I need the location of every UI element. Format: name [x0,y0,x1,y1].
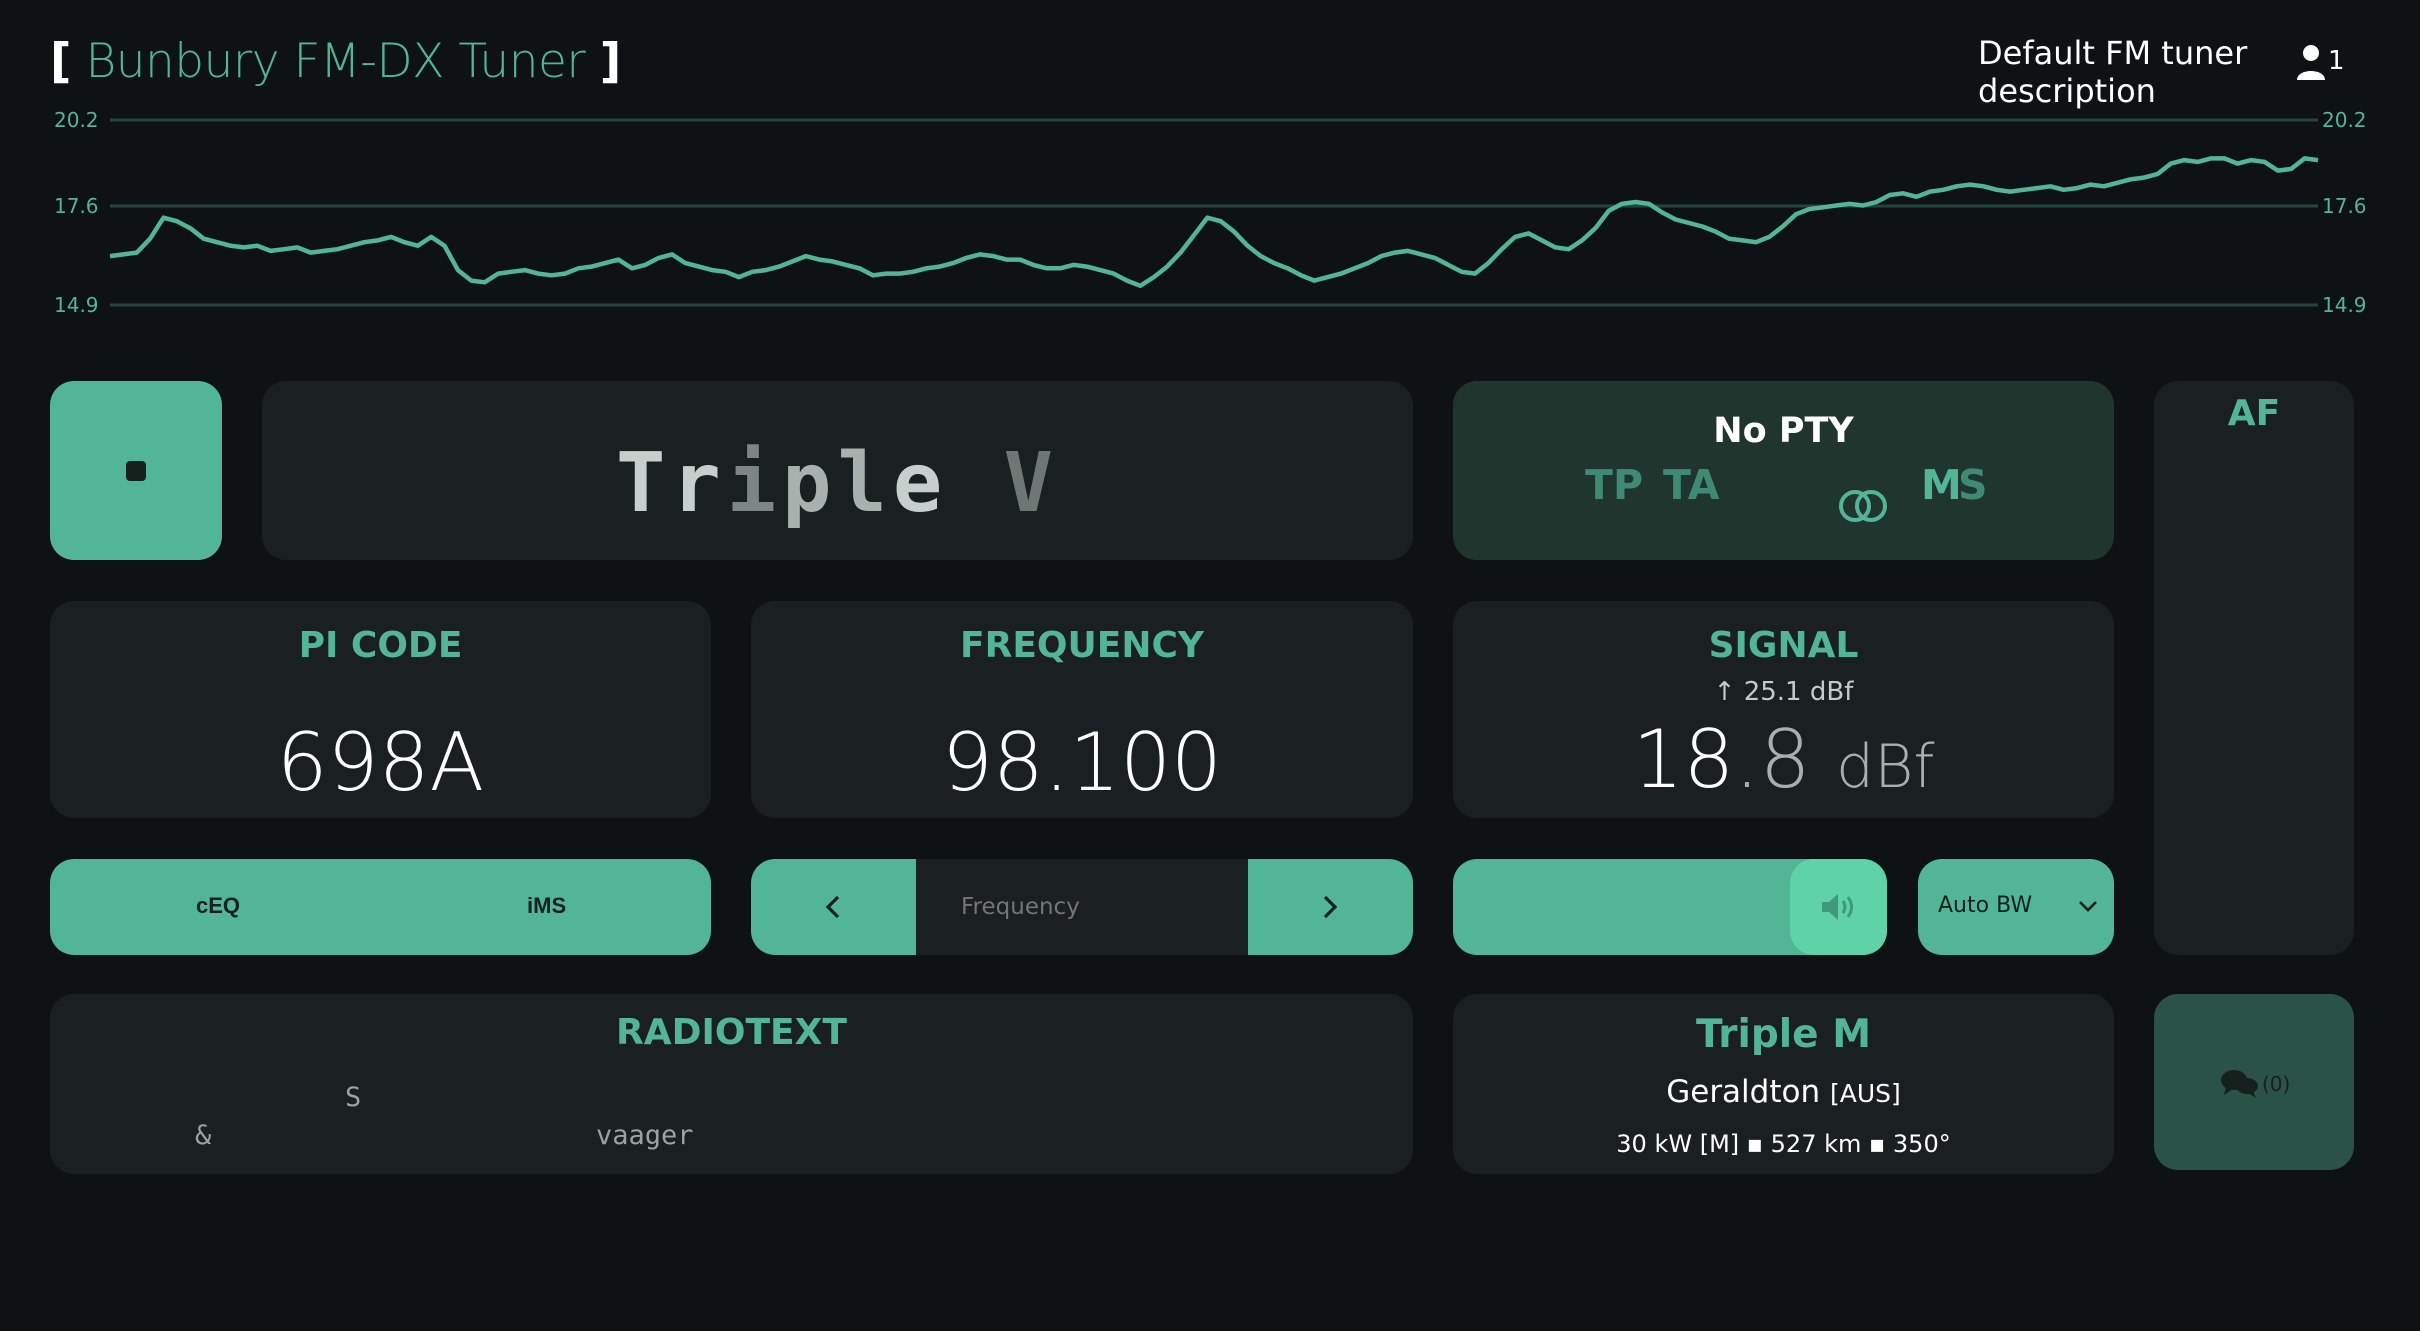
signal-value: 18.8 dBf [1453,713,2114,806]
stop-icon [126,461,146,481]
stereo-rings-icon[interactable] [1838,488,1888,524]
signal-peak: ↑ 25.1 dBf [1453,677,2114,707]
radiotext-line-1: S [345,1082,362,1113]
frequency-label: FREQUENCY [960,625,1204,666]
speaker-icon [1822,894,1853,920]
signal-value-int: 18 [1632,713,1735,806]
tune-down-button[interactable] [751,859,916,955]
tx-city: Geraldton [1666,1074,1821,1110]
tx-itu: [AUS] [1829,1079,1901,1108]
bandwidth-value: Auto BW [1938,893,2033,918]
ms-speech-flag: S [1958,461,1988,509]
bandwidth-select[interactable]: Auto BW [1918,859,2114,955]
chevron-left-icon [825,895,840,919]
pty-panel: No PTY TP TA M S [1453,381,2114,560]
signal-value-dec: .8 [1734,713,1811,806]
title-bracket-open: [ [50,34,71,89]
ps-char: i [726,436,783,531]
y-tick-right-mid: 17.6 [2322,194,2367,218]
tp-flag: TP [1585,461,1644,509]
ta-flag: TA [1663,461,1720,509]
y-tick-right-bottom: 14.9 [2322,293,2367,317]
volume-slider[interactable] [1453,859,1887,955]
chevron-down-icon [2079,901,2097,912]
radiotext-label: RADIOTEXT [616,1012,847,1053]
y-tick-left-top: 20.2 [54,108,99,132]
radiotext-panel: RADIOTEXT S & vaager [50,994,1413,1174]
y-tick-left-mid: 17.6 [54,194,99,218]
frequency-input[interactable] [916,859,1248,955]
page-title[interactable]: [ Bunbury FM-DX Tuner ] [50,34,621,89]
users-online: 1 [2294,40,2345,86]
ps-char [948,436,1003,531]
ims-button[interactable]: iMS [380,859,711,955]
pi-code-label: PI CODE [298,625,463,666]
chat-count: (0) [2262,1072,2291,1096]
frequency-panel: FREQUENCY 98.100 [751,601,1413,818]
tune-up-button[interactable] [1248,859,1413,955]
ps-char: T [616,436,672,531]
transmitter-panel: Triple M Geraldton [AUS] 30 kW [M] ▪ 527… [1453,994,2114,1174]
pi-code-panel: PI CODE 698A [50,601,711,818]
tx-station-name: Triple M [1695,1012,1872,1057]
ps-panel: Triple V [262,381,1413,560]
chevron-right-icon [1323,895,1338,919]
ms-music-flag: M [1921,461,1962,509]
play-stop-button[interactable] [50,381,222,560]
ps-char: r [671,436,727,531]
y-tick-left-bottom: 14.9 [54,293,99,317]
chat-button[interactable]: (0) [2154,994,2354,1170]
program-service-name: Triple V [262,436,1413,531]
signal-label: SIGNAL [1708,625,1859,666]
tx-location: Geraldton [AUS] [1453,1074,2114,1110]
ceq-button[interactable]: cEQ [50,859,380,955]
chat-icon [2221,1070,2258,1098]
af-panel: AF [2154,381,2354,955]
signal-peak-value: 25.1 dBf [1743,677,1854,707]
eq-ims-group: cEQ iMS [50,859,711,955]
signal-chart: 20.2 17.6 14.9 20.2 17.6 14.9 [54,108,2367,317]
signal-panel: SIGNAL ↑ 25.1 dBf 18.8 dBf [1453,601,2114,818]
ps-char: V [1003,436,1059,531]
pi-code-value: 698A [276,716,485,809]
tx-meta: 30 kW [M] ▪ 527 km ▪ 350° [1616,1130,1951,1158]
tuner-description: Default FM tuner description [1978,34,2248,110]
user-count: 1 [2328,46,2345,76]
ps-char: l [837,436,893,531]
ps-char: e [892,436,949,531]
af-label: AF [2227,393,2281,434]
arrow-up-icon: ↑ [1713,677,1736,707]
title-bracket-close: ] [599,34,621,89]
radiotext-line-2b: vaager [596,1120,694,1151]
title-text: Bunbury FM-DX Tuner [85,34,586,89]
y-tick-right-top: 20.2 [2322,108,2367,132]
frequency-value: 98.100 [942,716,1222,809]
signal-unit: dBf [1836,732,1935,802]
pty-label: No PTY [1713,411,1854,451]
radiotext-line-2a: & [195,1120,212,1151]
ps-char: p [782,436,838,531]
volume-knob[interactable] [1790,859,1887,955]
signal-series-line [109,156,2319,289]
